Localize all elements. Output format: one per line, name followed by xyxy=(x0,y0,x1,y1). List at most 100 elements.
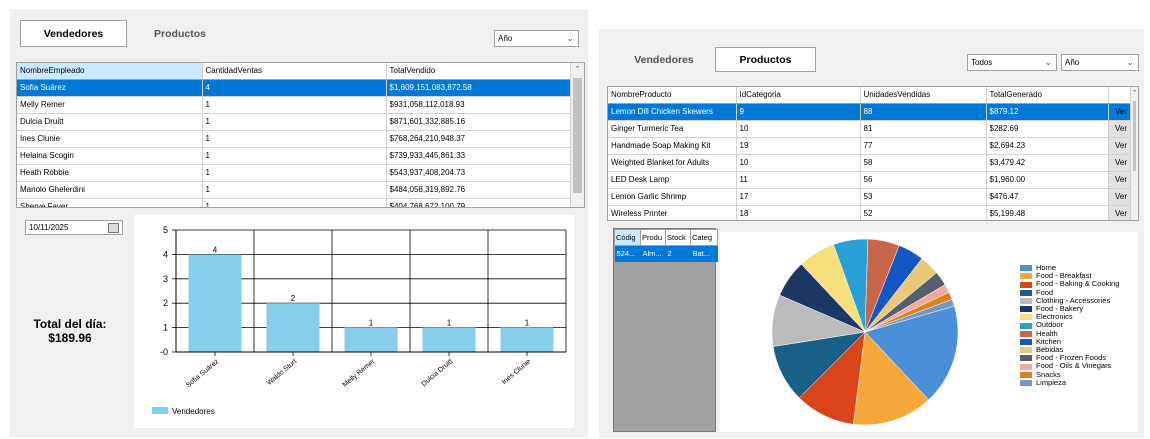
table-row[interactable]: 524... Alm... 2 Bat... xyxy=(614,245,718,262)
table-cell: 9 xyxy=(736,103,861,121)
table-cell: Lemon Dill Chicken Skewers xyxy=(608,103,737,121)
legend-swatch xyxy=(1020,289,1032,296)
stock-grid[interactable]: Códig Produ Stock Categ 524... Alm... 2 Bat... xyxy=(613,228,718,432)
legend-swatch xyxy=(1020,273,1032,280)
table-cell: $739,933,445,861.33 xyxy=(386,147,571,165)
table-cell: $476.47 xyxy=(986,188,1109,206)
legend-label: Limpieza xyxy=(1036,377,1067,387)
x-tick-label: Waldo Sturt xyxy=(266,358,298,387)
date-value: 10/11/2025 xyxy=(29,223,69,232)
table-cell: 1 xyxy=(202,181,387,199)
period-combo-value: Año xyxy=(1065,58,1080,67)
column-header[interactable]: Produ xyxy=(640,229,666,246)
table-cell: Handmade Soap Making Kit xyxy=(608,137,737,155)
calendar-icon[interactable] xyxy=(108,223,119,233)
column-header[interactable]: NombreProducto xyxy=(608,87,737,104)
y-tick-label: 1 xyxy=(163,323,168,333)
legend-label: Vendedores xyxy=(172,407,215,416)
table-row[interactable]: Sofia Suárez 4 $1,609,151,083,872.58 xyxy=(17,79,584,97)
pie-chart-svg xyxy=(771,238,959,426)
table-cell: 1 xyxy=(202,130,387,148)
table-cell: 18 xyxy=(736,205,861,220)
sellers-grid-scrollbar[interactable]: ⌃ xyxy=(570,63,584,207)
table-row[interactable]: LED Desk Lamp 11 56 $1,960.00 Ver xyxy=(608,171,1138,189)
column-header[interactable]: Stock xyxy=(665,229,691,246)
tab-vendedores[interactable]: Vendedores xyxy=(20,20,127,47)
daily-total-value: $189.96 xyxy=(48,331,92,345)
column-header[interactable]: TotalGenerado xyxy=(986,87,1109,104)
scroll-thumb[interactable] xyxy=(1133,101,1136,171)
table-cell: Manolo Ghelerdini xyxy=(17,181,203,199)
table-cell: Sherve Faver xyxy=(17,198,203,207)
table-row[interactable]: Wireless Printer 18 52 $5,199.48 Ver xyxy=(608,205,1138,220)
column-header[interactable]: Categ xyxy=(690,229,718,246)
bar xyxy=(266,303,320,352)
table-row[interactable]: Manolo Ghelerdini 1 $484,058,319,892.76 xyxy=(17,181,584,199)
table-row[interactable]: Ines Clunie 1 $768,264,210,948.37 xyxy=(17,130,584,148)
scroll-thumb[interactable] xyxy=(573,78,582,193)
table-cell: 1 xyxy=(202,96,387,114)
legend-item: Snacks xyxy=(1020,370,1119,379)
table-row[interactable]: Weighted Blanket for Adults 10 58 $3,479.42… xyxy=(608,154,1138,172)
tab-productos[interactable]: Productos xyxy=(140,20,220,47)
period-combo-value: Año xyxy=(498,34,513,43)
legend-swatch xyxy=(1020,355,1032,362)
table-cell: 10 xyxy=(736,120,861,138)
chevron-down-icon: ⌄ xyxy=(1044,57,1052,67)
column-header[interactable]: Códig xyxy=(614,229,641,246)
table-row[interactable]: Heath Robbie 1 $543,937,408,204.73 xyxy=(17,164,584,182)
y-tick-label: 4 xyxy=(163,249,168,259)
table-row[interactable]: Lemon Garlic Shrimp 17 53 $476.47 Ver xyxy=(608,188,1138,206)
data-label: 1 xyxy=(525,319,530,328)
period-combo[interactable]: Año ⌄ xyxy=(1061,54,1139,71)
legend-item: Food - Baking & Cooking xyxy=(1020,280,1119,288)
tab-productos[interactable]: Productos xyxy=(715,47,816,72)
table-cell: Ines Clunie xyxy=(17,130,203,148)
period-combo[interactable]: Año ⌄ xyxy=(494,30,579,47)
table-row[interactable]: Handmade Soap Making Kit 19 77 $2,694.23 Ver xyxy=(608,137,1138,155)
table-cell: $484,058,319,892.76 xyxy=(386,181,571,199)
table-cell: LED Desk Lamp xyxy=(608,171,737,189)
legend-swatch xyxy=(1020,322,1032,329)
table-cell: 53 xyxy=(860,188,987,206)
legend-swatch xyxy=(1020,281,1032,288)
data-label: 1 xyxy=(369,319,374,328)
table-cell: 1 xyxy=(202,198,387,207)
table-row[interactable]: Dulcia Druitt 1 $871,601,332,885.16 xyxy=(17,113,584,131)
legend-swatch xyxy=(152,407,168,414)
sellers-grid[interactable]: NombreEmpleado CantidadVentas TotalVendido… xyxy=(16,62,585,208)
chevron-down-icon: ⌄ xyxy=(566,33,574,43)
products-grid[interactable]: NombreProducto IdCategoria UnidadesVendida… xyxy=(607,86,1139,221)
column-header[interactable]: NombreEmpleado xyxy=(17,63,203,80)
chevron-up-icon[interactable]: ⌃ xyxy=(571,63,584,77)
category-combo[interactable]: Todos ⌄ xyxy=(967,54,1057,71)
table-cell: 88 xyxy=(860,103,987,121)
table-row[interactable]: Ginger Turmeric Tea 10 81 $282.69 Ver xyxy=(608,120,1138,138)
y-tick-label: 2 xyxy=(163,298,168,308)
table-cell: Heath Robbie xyxy=(17,164,203,182)
tab-vendedores[interactable]: Vendedores xyxy=(619,47,709,72)
category-combo-value: Todos xyxy=(971,58,993,67)
table-cell: Alm... xyxy=(640,245,666,262)
column-header[interactable]: TotalVendido xyxy=(386,63,571,80)
table-cell: Wireless Printer xyxy=(608,205,737,220)
column-header[interactable]: UnidadesVendidas xyxy=(860,87,987,104)
daily-total-label: Total del día: xyxy=(33,317,107,331)
date-picker[interactable]: 10/11/2025 xyxy=(25,220,123,235)
table-row[interactable]: Helaina Scogin 1 $739,933,445,861.33 xyxy=(17,147,584,165)
table-cell: 1 xyxy=(202,164,387,182)
data-label: 1 xyxy=(447,319,452,328)
table-row[interactable]: Melly Remer 1 $931,058,112,018.93 xyxy=(17,96,584,114)
table-row[interactable]: Lemon Dill Chicken Skewers 9 88 $879.12 Ver xyxy=(608,103,1138,121)
chevron-up-icon[interactable]: ⌃ xyxy=(1131,87,1138,101)
table-row[interactable]: Sherve Faver 1 $404.768.672.100.79 xyxy=(17,198,584,207)
table-cell: $404.768.672.100.79 xyxy=(386,198,571,207)
table-cell: $5,199.48 xyxy=(986,205,1109,220)
x-tick-label: Sofia Suárez xyxy=(185,358,221,389)
table-cell: 17 xyxy=(736,188,861,206)
legend-swatch xyxy=(1020,314,1032,321)
table-cell: $1,960.00 xyxy=(986,171,1109,189)
column-header[interactable]: IdCategoria xyxy=(736,87,861,104)
column-header[interactable]: CantidadVentas xyxy=(202,63,387,80)
products-grid-scrollbar[interactable]: ⌃ xyxy=(1130,87,1138,220)
